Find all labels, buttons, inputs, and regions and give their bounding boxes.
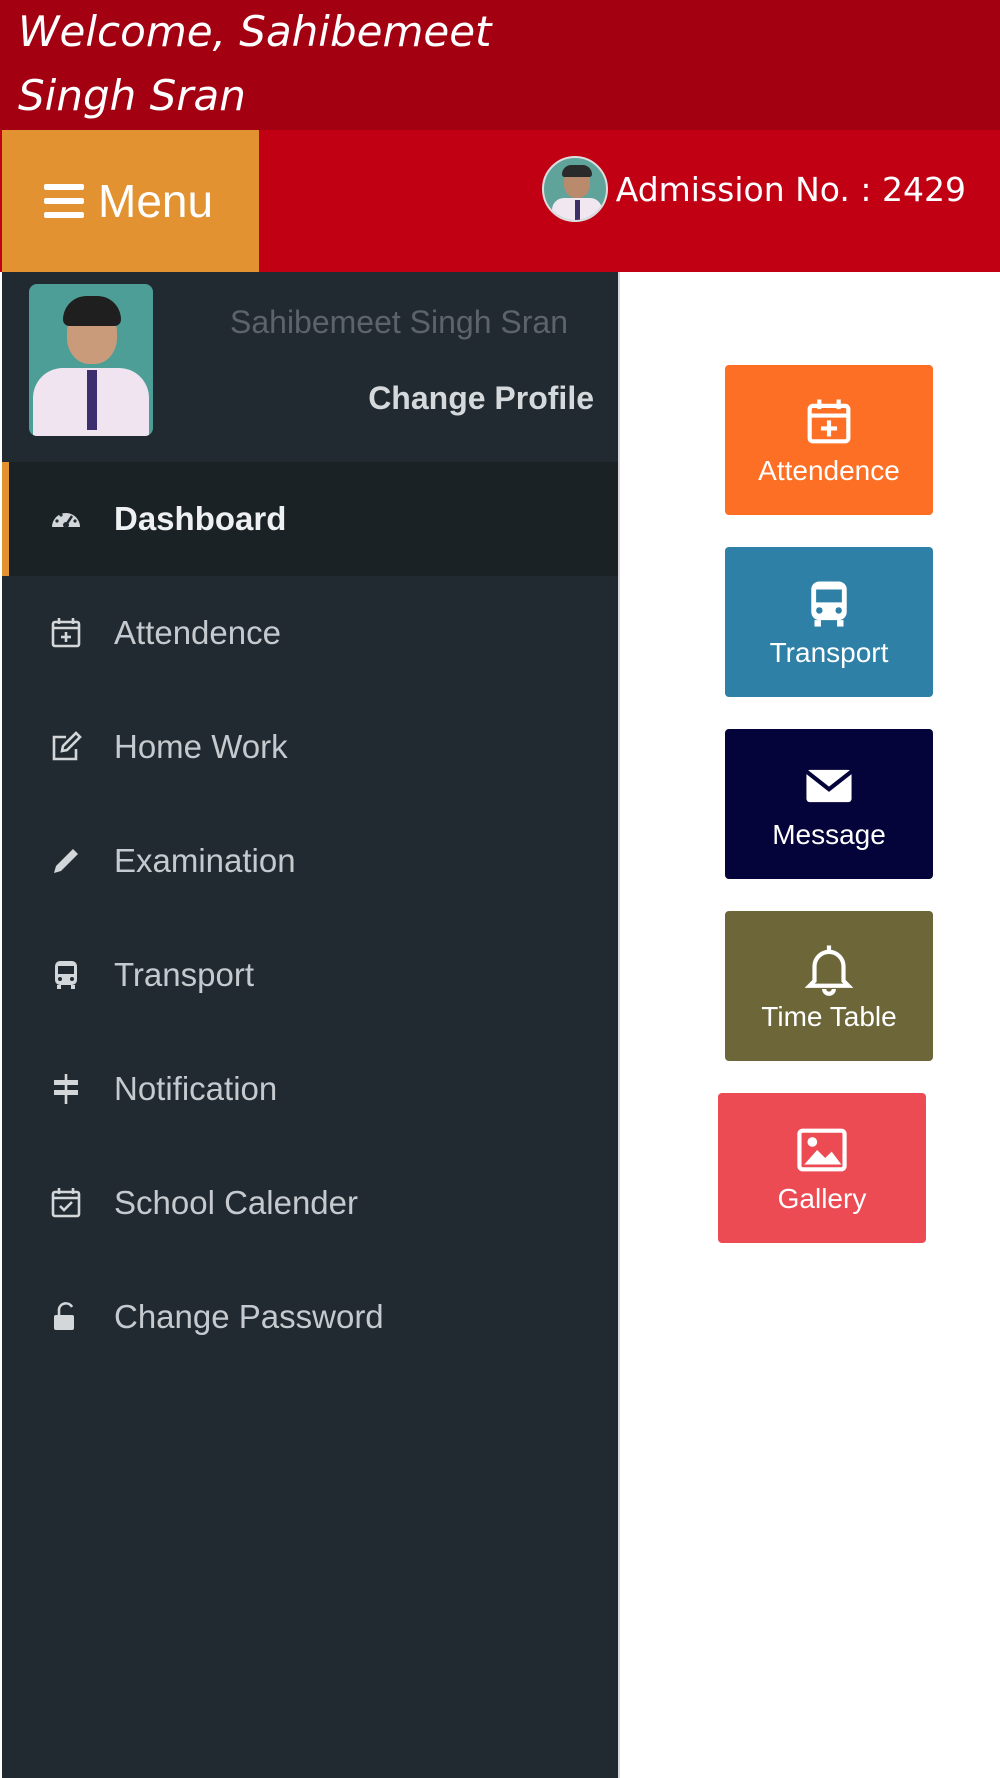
calendar-plus-icon [807,399,851,444]
sidebar-nav: Dashboard Attendence Home Work Examinati… [2,462,618,1374]
sidebar-item-attendence[interactable]: Attendence [2,576,618,690]
bell-icon [804,945,854,996]
sidebar-item-label: Attendence [114,614,281,651]
change-profile-link[interactable]: Change Profile [368,380,594,417]
envelope-icon [805,769,853,803]
unlock-icon [46,1297,86,1337]
sidebar-item-change-password[interactable]: Change Password [2,1260,618,1374]
edit-icon [46,727,86,767]
profile-name: Sahibemeet Singh Sran [230,304,568,340]
tile-message[interactable]: Message [725,729,933,879]
avatar[interactable] [541,156,608,222]
sidebar-item-dashboard[interactable]: Dashboard [2,462,618,576]
tile-gallery[interactable]: Gallery [718,1093,926,1243]
tile-transport[interactable]: Transport [725,547,933,697]
welcome-bar: Welcome, Sahibemeet Singh Sran [0,0,1000,130]
sidebar-item-examination[interactable]: Examination [2,804,618,918]
tile-label: Message [772,819,886,850]
sidebar-item-transport[interactable]: Transport [2,918,618,1032]
sidebar-item-school-calender[interactable]: School Calender [2,1146,618,1260]
pencil-icon [46,841,86,881]
tile-label: Gallery [777,1183,867,1214]
header-bar: Menu Admission No. : 2429 [0,130,1000,272]
menu-button[interactable]: Menu [2,130,259,272]
dashboard-icon [46,499,86,539]
bus-icon [811,581,847,627]
sidebar-item-label: Home Work [114,728,288,765]
sidebar-item-home-work[interactable]: Home Work [2,690,618,804]
sidebar-item-label: Transport [114,956,254,993]
sidebar-item-label: School Calender [114,1184,358,1221]
sidebar-profile: Sahibemeet Singh Sran Change Profile [2,272,618,462]
tile-label: Attendence [758,455,900,486]
hamburger-icon [44,184,84,218]
sidebar-item-label: Examination [114,842,296,879]
menu-label: Menu [98,175,214,227]
image-icon [797,1128,847,1172]
sidebar-item-label: Change Password [114,1298,384,1335]
tile-attendence[interactable]: Attendence [725,365,933,515]
admission-info: Admission No. : 2429 [541,154,966,224]
signpost-icon [46,1069,86,1109]
sidebar-item-label: Notification [114,1070,278,1107]
bus-icon [46,955,86,995]
profile-photo [29,284,153,436]
tile-time-table[interactable]: Time Table [725,911,933,1061]
calendar-check-icon [46,1183,86,1223]
content-divider [618,272,620,1778]
tile-label: Transport [769,637,889,668]
sidebar: Sahibemeet Singh Sran Change Profile Das… [2,272,618,1778]
admission-number: Admission No. : 2429 [615,169,966,209]
tile-label: Time Table [761,1001,897,1032]
calendar-plus-icon [46,613,86,653]
sidebar-item-label: Dashboard [114,500,287,537]
sidebar-item-notification[interactable]: Notification [2,1032,618,1146]
welcome-text: Welcome, Sahibemeet Singh Sran [18,7,492,120]
